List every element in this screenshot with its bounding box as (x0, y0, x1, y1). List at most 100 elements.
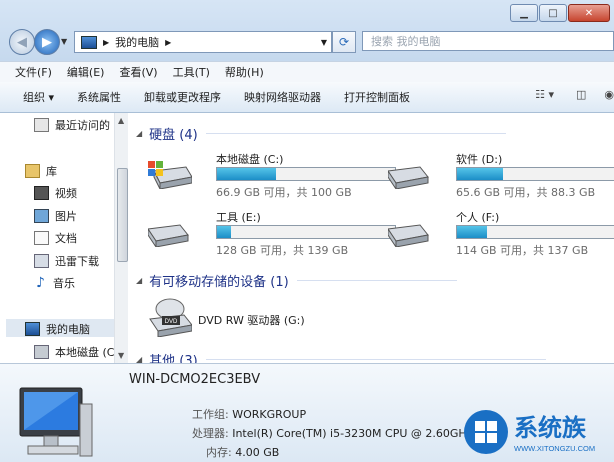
address-dropdown-icon[interactable]: ▼ (321, 38, 327, 47)
drive-tile-d[interactable]: 软件 (D:) 65.6 GB 可用，共 88.3 GB (388, 151, 614, 201)
drive-name: 个人 (F:) (456, 211, 500, 224)
hard-drive-icon (388, 166, 429, 189)
open-control-panel-button[interactable]: 打开控制面板 (344, 89, 410, 105)
drive-tile-e[interactable]: 工具 (E:) 128 GB 可用，共 139 GB (148, 209, 396, 259)
navigation-pane: 最近访问的 库 视频 图片 文档 迅雷下载 ♪ 音乐 我的电脑 本地磁盘 (C (0, 113, 114, 363)
hard-drive-icon (148, 224, 189, 247)
organize-button[interactable]: 组织 ▾ (23, 89, 54, 105)
usage-fill (217, 226, 232, 238)
close-button[interactable]: ✕ (568, 4, 610, 22)
nav-label: 最近访问的 (55, 119, 110, 132)
caption-buttons: ▁ □ ✕ (509, 4, 610, 22)
cpu-row: 处理器: Intel(R) Core(TM) i5-3230M CPU @ 2.… (192, 425, 472, 441)
drive-tile-c[interactable]: 本地磁盘 (C:) 66.9 GB 可用，共 100 GB (148, 151, 396, 201)
command-bar: 组织 ▾ 系统属性 卸载或更改程序 映射网络驱动器 打开控制面板 ☷ ▾ ◫ ◉ (0, 82, 614, 113)
group-title: 有可移动存储的设备 (1) (149, 275, 289, 290)
usage-fill (217, 168, 276, 180)
pictures-icon (34, 209, 49, 223)
library-folder-icon (25, 164, 40, 178)
breadcrumb-computer[interactable]: 我的电脑 (115, 34, 159, 50)
system-properties-button[interactable]: 系统属性 (77, 89, 121, 105)
usage-fill (457, 226, 487, 238)
help-icon[interactable]: ◉ (604, 88, 614, 101)
menu-file[interactable]: 文件(F) (15, 64, 52, 80)
watermark-title: 系统族 (514, 414, 587, 442)
memory-value: 4.00 GB (235, 446, 280, 459)
menu-help[interactable]: 帮助(H) (225, 64, 264, 80)
content-pane: ◢ 硬盘 (4) 本地磁盘 (C:) 66.9 GB 可用，共 100 GB 软 (128, 113, 614, 363)
nav-item-music[interactable]: ♪ 音乐 (34, 275, 75, 291)
usage-fill (457, 168, 503, 180)
drive-name: DVD RW 驱动器 (G:) (198, 314, 305, 327)
maximize-button[interactable]: □ (539, 4, 567, 22)
group-divider (205, 133, 506, 134)
menu-edit[interactable]: 编辑(E) (67, 64, 105, 80)
menu-view[interactable]: 查看(V) (119, 64, 157, 80)
drive-usage-bar (456, 225, 614, 239)
collapse-icon[interactable]: ◢ (136, 355, 142, 363)
nav-item-computer[interactable]: 我的电脑 (25, 321, 90, 337)
nav-item-local-disk[interactable]: 本地磁盘 (C (34, 344, 114, 360)
dvd-drive-tile[interactable]: DVD DVD RW 驱动器 (G:) (148, 295, 388, 345)
group-header-hdd[interactable]: ◢ 硬盘 (4) (136, 124, 506, 143)
minimize-button[interactable]: ▁ (510, 4, 538, 22)
dvd-drive-icon: DVD (149, 298, 192, 337)
recent-pages-dropdown-icon[interactable]: ▼ (61, 37, 67, 46)
computer-icon (25, 322, 40, 336)
watermark-url: WWW.XITONGZU.COM (514, 444, 595, 453)
preview-pane-icon[interactable]: ◫ (576, 88, 586, 101)
forward-button[interactable]: ▶ (34, 29, 60, 55)
scrollbar-thumb[interactable] (117, 168, 128, 262)
nav-item-recent[interactable]: 最近访问的 (34, 117, 110, 133)
menu-bar: 文件(F) 编辑(E) 查看(V) 工具(T) 帮助(H) (0, 61, 614, 82)
address-bar[interactable]: ▶ 我的电脑 ▶ ▼ (74, 31, 332, 53)
uninstall-program-button[interactable]: 卸载或更改程序 (144, 89, 221, 105)
chevron-right-icon[interactable]: ▶ (103, 38, 109, 47)
watermark-logo: 系统族 WWW.XITONGZU.COM (464, 410, 595, 454)
collapse-icon[interactable]: ◢ (136, 276, 142, 285)
view-options-icon[interactable]: ☷ ▾ (535, 88, 554, 101)
cpu-label: 处理器: (192, 427, 229, 440)
menu-tools[interactable]: 工具(T) (173, 64, 210, 80)
drive-name: 工具 (E:) (216, 211, 261, 224)
drive-usage-bar (216, 225, 396, 239)
group-divider (205, 359, 546, 360)
nav-scrollbar[interactable]: ▲ ▼ (114, 113, 129, 363)
workgroup-label: 工作组: (192, 408, 229, 421)
drive-name: 软件 (D:) (456, 153, 503, 166)
group-header-removable[interactable]: ◢ 有可移动存储的设备 (1) (136, 271, 457, 290)
scroll-up-icon[interactable]: ▲ (118, 116, 124, 125)
nav-label: 音乐 (53, 277, 75, 290)
nav-label: 迅雷下载 (55, 255, 99, 268)
search-input[interactable]: 搜索 我的电脑 (362, 31, 614, 51)
computer-icon (81, 35, 97, 49)
scroll-down-icon[interactable]: ▼ (118, 351, 124, 360)
nav-item-documents[interactable]: 文档 (34, 230, 77, 246)
drive-name: 本地磁盘 (C:) (216, 153, 284, 166)
cpu-value: Intel(R) Core(TM) i5-3230M CPU @ 2.60GHz (232, 427, 473, 440)
group-header-other[interactable]: ◢ 其他 (3) (136, 350, 546, 363)
nav-item-library[interactable]: 库 (25, 163, 57, 179)
computer-monitor-icon (19, 387, 93, 457)
back-button[interactable]: ◀ (9, 29, 35, 55)
drive-tile-f[interactable]: 个人 (F:) 114 GB 可用，共 137 GB (388, 209, 614, 259)
nav-label: 图片 (55, 210, 77, 223)
map-network-drive-button[interactable]: 映射网络驱动器 (244, 89, 321, 105)
nav-label: 我的电脑 (46, 323, 90, 336)
nav-label: 文档 (55, 232, 77, 245)
nav-item-thunder[interactable]: 迅雷下载 (34, 253, 99, 269)
chevron-right-icon[interactable]: ▶ (165, 38, 171, 47)
computer-name: WIN-DCMO2EC3EBV (129, 372, 261, 387)
drive-size: 128 GB 可用，共 139 GB (216, 244, 349, 257)
nav-item-video[interactable]: 视频 (34, 185, 77, 201)
nav-item-pictures[interactable]: 图片 (34, 208, 77, 224)
drive-size: 66.9 GB 可用，共 100 GB (216, 186, 352, 199)
documents-icon (34, 231, 49, 245)
music-note-icon: ♪ (36, 275, 45, 291)
recent-places-icon (34, 118, 49, 132)
nav-label: 本地磁盘 (C (55, 346, 114, 359)
memory-label: 内存: (206, 446, 232, 459)
drive-size: 114 GB 可用，共 137 GB (456, 244, 589, 257)
refresh-button[interactable]: ⟳ (332, 31, 356, 53)
collapse-icon[interactable]: ◢ (136, 129, 142, 138)
